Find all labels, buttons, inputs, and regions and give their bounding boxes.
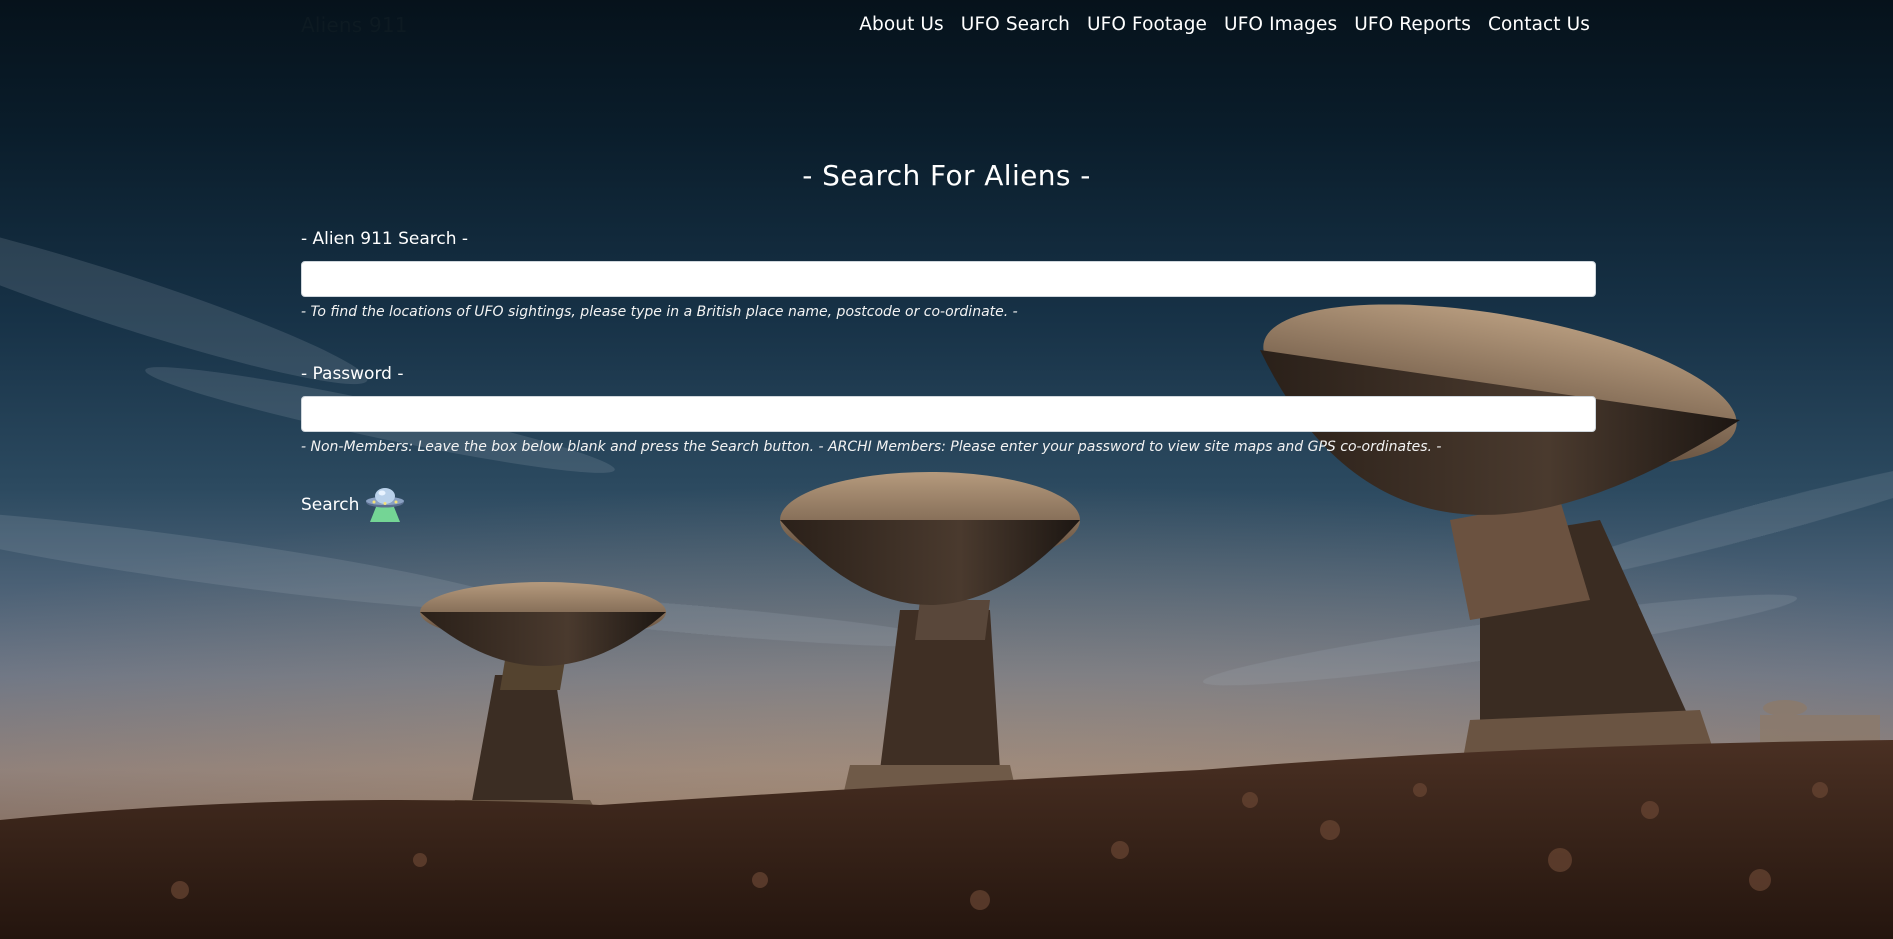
radio-telescope-scene xyxy=(0,215,1893,939)
ufo-icon xyxy=(365,482,405,528)
search-input[interactable] xyxy=(301,261,1596,297)
search-help-text: - To find the locations of UFO sightings… xyxy=(301,304,1018,320)
search-label: - Alien 911 Search - xyxy=(301,229,469,249)
background-scene xyxy=(0,0,1893,939)
nav-ufo-reports[interactable]: UFO Reports xyxy=(1354,14,1471,35)
nav-ufo-footage[interactable]: UFO Footage xyxy=(1087,14,1207,35)
main-nav: About Us UFO Search UFO Footage UFO Imag… xyxy=(859,14,1590,35)
nav-ufo-images[interactable]: UFO Images xyxy=(1224,14,1337,35)
nav-contact-us[interactable]: Contact Us xyxy=(1488,14,1590,35)
password-help-text: - Non-Members: Leave the box below blank… xyxy=(301,439,1442,455)
site-logo[interactable]: Aliens 911 xyxy=(301,13,408,37)
nav-ufo-search[interactable]: UFO Search xyxy=(961,14,1070,35)
password-label: - Password - xyxy=(301,364,404,384)
password-input[interactable] xyxy=(301,396,1596,432)
nav-about-us[interactable]: About Us xyxy=(859,14,944,35)
search-button[interactable]: Search xyxy=(301,482,405,528)
page-title: - Search For Aliens - xyxy=(802,159,1091,192)
search-button-label: Search xyxy=(301,495,360,515)
